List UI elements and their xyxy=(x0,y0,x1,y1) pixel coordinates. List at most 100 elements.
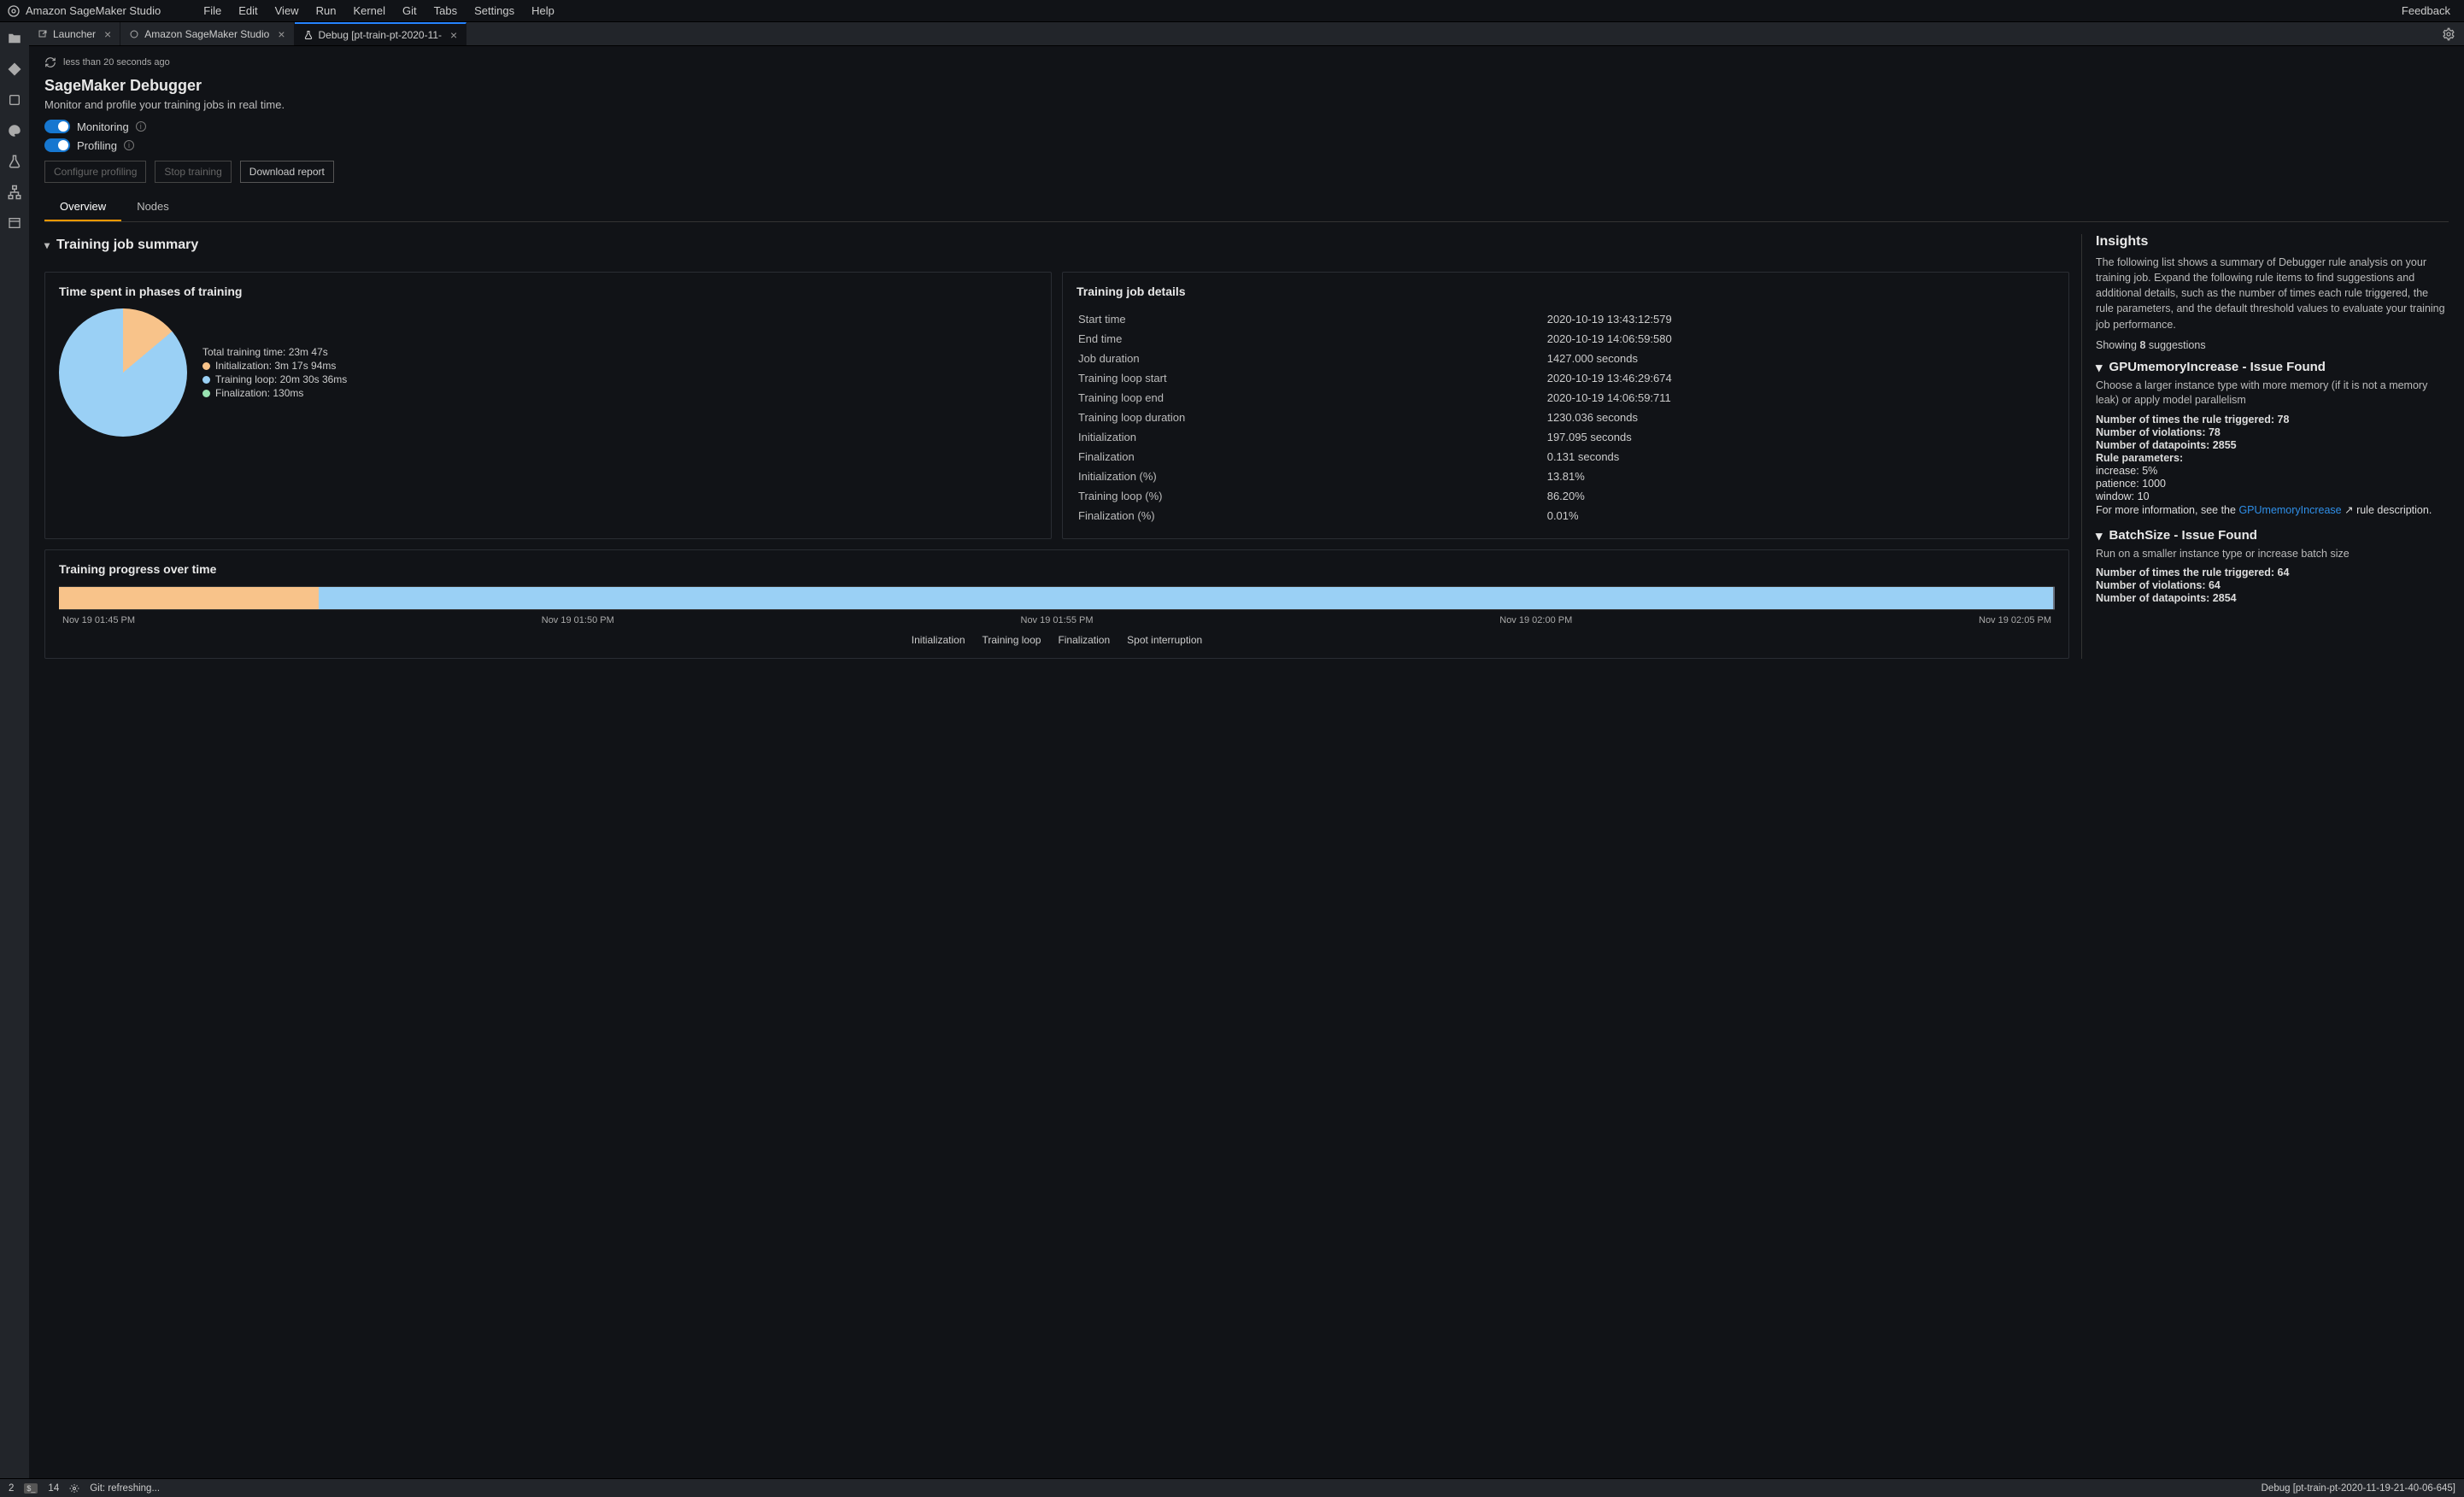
gear-icon[interactable] xyxy=(2433,27,2464,41)
legend-dot-init xyxy=(202,362,210,370)
details-table: Start time2020-10-19 13:43:12:579End tim… xyxy=(1077,308,2055,526)
monitoring-toggle[interactable] xyxy=(44,120,70,133)
detail-value: 86.20% xyxy=(1547,487,2053,505)
rule-name: GPUmemoryIncrease - Issue Found xyxy=(2109,360,2326,374)
insights-desc: The following list shows a summary of De… xyxy=(2096,255,2449,332)
detail-key: Initialization (%) xyxy=(1078,467,1546,485)
folder-icon[interactable] xyxy=(7,31,22,46)
detail-value: 13.81% xyxy=(1547,467,2053,485)
detail-key: Initialization xyxy=(1078,428,1546,446)
close-icon[interactable]: × xyxy=(450,28,457,42)
rule-triggered: Number of times the rule triggered: 78 xyxy=(2096,414,2289,426)
close-icon[interactable]: × xyxy=(104,27,111,41)
progress-card: Training progress over time Nov 19 01:45… xyxy=(44,549,2069,659)
git-icon[interactable] xyxy=(7,62,22,77)
menu-kernel[interactable]: Kernel xyxy=(344,3,394,19)
brand: Amazon SageMaker Studio xyxy=(7,4,161,18)
detail-key: Training loop (%) xyxy=(1078,487,1546,505)
brand-label: Amazon SageMaker Studio xyxy=(26,4,161,17)
rule-params-label: Rule parameters: xyxy=(2096,452,2183,464)
tab-nodes[interactable]: Nodes xyxy=(121,193,185,221)
phases-title: Time spent in phases of training xyxy=(59,285,1037,298)
profiling-toggle[interactable] xyxy=(44,138,70,152)
flask-icon[interactable] xyxy=(7,154,22,169)
download-report-button[interactable]: Download report xyxy=(240,161,334,183)
refresh-icon[interactable] xyxy=(44,56,56,68)
palette-icon[interactable] xyxy=(7,123,22,138)
legend-dot-loop xyxy=(202,376,210,384)
detail-value: 2020-10-19 14:06:59:711 xyxy=(1547,389,2053,407)
tab-launcher[interactable]: Launcher × xyxy=(29,22,120,45)
hierarchy-icon[interactable] xyxy=(7,185,22,200)
legend-item: Spot interruption xyxy=(1127,634,1202,646)
table-row: Training loop start2020-10-19 13:46:29:6… xyxy=(1078,369,2053,387)
rule-param: patience: 1000 xyxy=(2096,478,2449,490)
configure-profiling-button[interactable]: Configure profiling xyxy=(44,161,146,183)
panel-icon[interactable] xyxy=(7,215,22,231)
menu-run[interactable]: Run xyxy=(308,3,345,19)
sagemaker-icon xyxy=(129,29,139,39)
stop-training-button[interactable]: Stop training xyxy=(155,161,231,183)
settings-icon[interactable] xyxy=(69,1483,79,1494)
axis-tick: Nov 19 02:00 PM xyxy=(1499,615,1572,625)
tab-overview[interactable]: Overview xyxy=(44,193,121,221)
rule-violations: Number of violations: 64 xyxy=(2096,579,2221,591)
button-row: Configure profiling Stop training Downlo… xyxy=(44,161,2449,183)
menu-edit[interactable]: Edit xyxy=(230,3,266,19)
close-icon[interactable]: × xyxy=(278,27,285,41)
progress-axis: Nov 19 01:45 PM Nov 19 01:50 PM Nov 19 0… xyxy=(59,615,2055,625)
info-icon[interactable]: i xyxy=(124,140,134,150)
legend-init: Initialization: 3m 17s 94ms xyxy=(215,360,336,372)
tab-debug[interactable]: Debug [pt-train-pt-2020-11- × xyxy=(295,22,467,45)
menu-file[interactable]: File xyxy=(195,3,230,19)
detail-key: Training loop end xyxy=(1078,389,1546,407)
detail-key: Job duration xyxy=(1078,349,1546,367)
legend-item: Finalization xyxy=(1058,634,1110,646)
status-git[interactable]: Git: refreshing... xyxy=(90,1483,160,1494)
menu-git[interactable]: Git xyxy=(394,3,425,19)
menu-view[interactable]: View xyxy=(267,3,308,19)
toggle-monitoring-row: Monitoring i xyxy=(44,120,2449,133)
chevron-down-icon: ▾ xyxy=(2096,360,2103,375)
training-summary-head[interactable]: ▾ Training job summary xyxy=(44,238,2069,253)
rule-desc: Choose a larger instance type with more … xyxy=(2096,379,2449,408)
page-title: SageMaker Debugger xyxy=(44,77,2449,95)
external-link-icon: ↗ xyxy=(2344,504,2353,516)
status-right[interactable]: Debug [pt-train-pt-2020-11-19-21-40-06-6… xyxy=(2262,1483,2455,1494)
details-title: Training job details xyxy=(1077,285,2055,298)
table-row: Finalization (%)0.01% xyxy=(1078,507,2053,525)
rule-triggered: Number of times the rule triggered: 64 xyxy=(2096,567,2289,578)
progress-title: Training progress over time xyxy=(59,562,2055,576)
menu-help[interactable]: Help xyxy=(523,3,563,19)
chevron-down-icon: ▾ xyxy=(2096,528,2103,543)
detail-value: 1427.000 seconds xyxy=(1547,349,2053,367)
rule-head[interactable]: ▾ GPUmemoryIncrease - Issue Found xyxy=(2096,360,2449,375)
status-tabs-count[interactable]: 14 xyxy=(48,1483,59,1494)
page-subtitle: Monitor and profile your training jobs i… xyxy=(44,98,2449,111)
toggle-profiling-row: Profiling i xyxy=(44,138,2449,152)
detail-key: Finalization (%) xyxy=(1078,507,1546,525)
terminal-icon[interactable]: $_ xyxy=(24,1483,38,1494)
phases-pie-chart xyxy=(59,308,187,437)
stop-square-icon[interactable] xyxy=(7,92,22,108)
status-left-num[interactable]: 2 xyxy=(9,1483,14,1494)
tab-label: Launcher xyxy=(53,28,96,40)
launch-icon xyxy=(38,29,48,39)
detail-value: 2020-10-19 13:46:29:674 xyxy=(1547,369,2053,387)
menu-tabs[interactable]: Tabs xyxy=(425,3,466,19)
feedback-link[interactable]: Feedback xyxy=(2402,4,2457,17)
info-icon[interactable]: i xyxy=(136,121,146,132)
tab-studio[interactable]: Amazon SageMaker Studio × xyxy=(120,22,294,45)
legend-loop: Training loop: 20m 30s 36ms xyxy=(215,373,347,385)
tabbar: Launcher × Amazon SageMaker Studio × Deb… xyxy=(29,22,2464,46)
rule-doc-link[interactable]: GPUmemoryIncrease xyxy=(2238,504,2341,516)
refresh-row: less than 20 seconds ago xyxy=(44,56,2449,68)
total-time-label: Total training time: 23m 47s xyxy=(202,346,347,358)
rule-batchsize: ▾ BatchSize - Issue Found Run on a small… xyxy=(2096,528,2449,605)
detail-key: Training loop start xyxy=(1078,369,1546,387)
table-row: Initialization (%)13.81% xyxy=(1078,467,2053,485)
rule-head[interactable]: ▾ BatchSize - Issue Found xyxy=(2096,528,2449,543)
section-title: Training job summary xyxy=(56,238,198,253)
menu-settings[interactable]: Settings xyxy=(466,3,523,19)
insights-panel: Insights The following list shows a summ… xyxy=(2081,234,2449,659)
